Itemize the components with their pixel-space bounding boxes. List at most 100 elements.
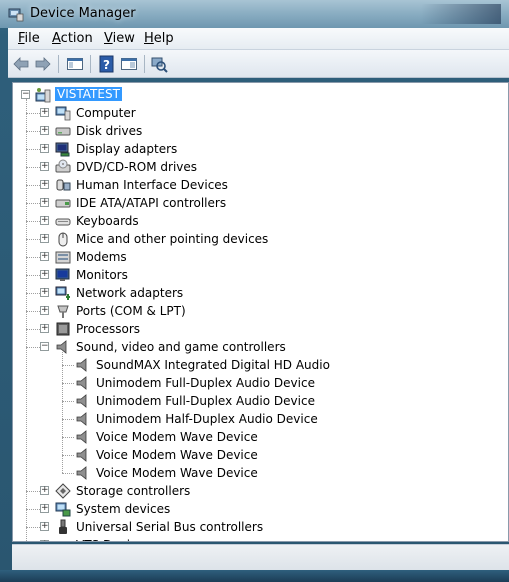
tree-device-item[interactable]: Unimodem Full-Duplex Audio Device [13,374,493,392]
menu-view[interactable]: View [104,31,135,46]
tree-connector [62,383,74,384]
title-bar[interactable]: Device Manager [0,0,509,28]
modem-icon [55,249,71,265]
tree-connector [26,221,40,222]
expand-toggle[interactable]: + [40,144,49,153]
expand-toggle[interactable]: + [40,234,49,243]
expand-toggle[interactable]: + [40,216,49,225]
expand-toggle[interactable]: + [40,252,49,261]
speaker-icon [75,357,91,373]
expand-toggle[interactable]: + [40,126,49,135]
tree-category-monitors[interactable]: + Monitors [13,266,493,284]
tree-category-system-devices[interactable]: + System devices [13,500,493,518]
tree-category-network-adapters[interactable]: + Network adapters [13,284,493,302]
tree-category-label: Ports (COM & LPT) [76,304,186,318]
expand-toggle[interactable]: + [40,540,49,541]
back-arrow-icon[interactable] [12,55,30,73]
tree-category-label: Mice and other pointing devices [76,232,269,246]
expand-toggle[interactable]: + [40,162,49,171]
scan-hardware-changes-icon[interactable] [150,55,168,73]
tree-device-item[interactable]: Voice Modem Wave Device [13,446,493,464]
tree-device-item[interactable]: Unimodem Full-Duplex Audio Device [13,392,493,410]
tree-category-label: Computer [76,106,136,120]
tree-device-item[interactable]: Voice Modem Wave Device [13,464,493,482]
tree-category-label: Network adapters [76,286,184,300]
storage-controller-icon [55,483,71,499]
tree-root-label: VISTATEST [55,87,122,101]
tree-category-dvd-cd-rom-drives[interactable]: + DVD/CD-ROM drives [13,158,493,176]
help-icon[interactable]: ? [98,55,116,73]
tree-category-label: VTS Devic [76,538,137,541]
tree-device-label: Unimodem Full-Duplex Audio Device [96,394,315,408]
title-bar-backdrop [421,4,501,24]
display-adapter-icon [55,141,71,157]
menu-accelerator: A [52,31,61,46]
tree-device-item[interactable]: SoundMAX Integrated Digital HD Audio [13,356,493,374]
port-icon [55,303,71,319]
ide-controller-icon [55,195,71,211]
expand-toggle[interactable]: + [40,306,49,315]
speaker-icon [75,393,91,409]
tree-device-label: Voice Modem Wave Device [96,448,258,462]
forward-arrow-icon[interactable] [34,55,52,73]
tree-device-label: Unimodem Full-Duplex Audio Device [96,376,315,390]
speaker-icon [75,429,91,445]
tree-connector [62,437,74,438]
tree-connector [62,352,63,473]
expand-toggle[interactable]: + [40,324,49,333]
expand-toggle[interactable]: + [40,288,49,297]
speaker-icon [55,339,71,355]
tree-category-mice-and-other-pointing-devices[interactable]: + Mice and other pointing devices [13,230,493,248]
expand-toggle[interactable]: + [40,522,49,531]
expand-toggle[interactable]: + [40,270,49,279]
computer-icon [55,105,71,121]
tree-connector [62,455,74,456]
tree-category-label: Display adapters [76,142,178,156]
tree-category-ports-com-lpt[interactable]: + Ports (COM & LPT) [13,302,493,320]
tree-connector [26,293,40,294]
tree-connector [26,527,40,528]
menu-file[interactable]: File [18,31,40,46]
properties-icon[interactable] [120,55,138,73]
tree-category-computer[interactable]: + Computer [13,104,493,122]
tree-device-label: Unimodem Half-Duplex Audio Device [96,412,318,426]
tree-category-human-interface-devices[interactable]: + Human Interface Devices [13,176,493,194]
tree-connector [26,509,40,510]
expand-toggle[interactable]: + [40,108,49,117]
tree-category-storage-controllers[interactable]: + Storage controllers [13,482,493,500]
tree-category-keyboards[interactable]: + Keyboards [13,212,493,230]
tree-category-display-adapters[interactable]: + Display adapters [13,140,493,158]
menu-help[interactable]: Help [144,31,174,46]
collapse-toggle[interactable]: − [21,90,30,99]
tree-category-processors[interactable]: + Processors [13,320,493,338]
tree-category-disk-drives[interactable]: + Disk drives [13,122,493,140]
tree-device-item[interactable]: Unimodem Half-Duplex Audio Device [13,410,493,428]
tree-device-item[interactable]: Voice Modem Wave Device [13,428,493,446]
tree-category-universal-serial-bus-controllers[interactable]: + Universal Serial Bus controllers [13,518,493,536]
monitor-icon [55,267,71,283]
tree-connector [62,419,74,420]
menu-label-rest: ile [24,31,40,46]
tree-connector [26,239,40,240]
device-tree[interactable]: − VISTATEST + Computer + Disk drives + Display … [12,82,509,542]
expand-toggle[interactable]: + [40,504,49,513]
tree-connector [26,167,40,168]
expand-toggle[interactable]: + [40,180,49,189]
expand-toggle[interactable]: + [40,198,49,207]
tree-root-node[interactable]: − VISTATEST [13,86,493,104]
collapse-toggle[interactable]: − [40,342,49,351]
tree-category-label: Processors [76,322,141,336]
disk-drive-icon [55,123,71,139]
dvd-drive-icon [55,159,71,175]
tree-category-ide-ata-atapi-controllers[interactable]: + IDE ATA/ATAPI controllers [13,194,493,212]
tree-category-vts-devic[interactable]: + VTS Devic [13,536,493,541]
expand-toggle[interactable]: + [40,486,49,495]
menu-action[interactable]: Action [52,31,93,46]
tree-category-modems[interactable]: + Modems [13,248,493,266]
show-hide-console-tree-icon[interactable] [66,55,84,73]
tree-connector [26,113,40,114]
speaker-icon [75,411,91,427]
tree-category-label: Monitors [76,268,128,282]
tree-category-sound-video-and-game-controllers[interactable]: − Sound, video and game controllers [13,338,493,356]
tree-connector [26,329,40,330]
